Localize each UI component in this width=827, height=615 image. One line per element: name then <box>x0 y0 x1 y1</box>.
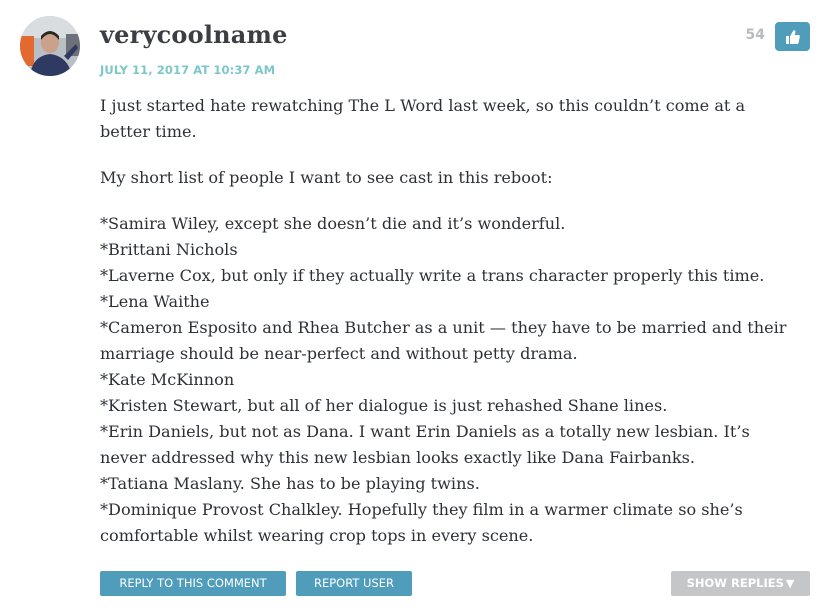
like-button[interactable] <box>775 22 810 51</box>
triangle-down-icon: ▼ <box>785 577 795 590</box>
comment-paragraph: *Samira Wiley, except she doesn’t die an… <box>100 211 800 549</box>
avatar-photo <box>20 16 80 76</box>
comment-username[interactable]: verycoolname <box>100 20 288 49</box>
comment-line: My short list of people I want to see ca… <box>100 168 553 187</box>
cast-list-item: *Brittani Nichols <box>100 240 238 259</box>
comment-paragraph: My short list of people I want to see ca… <box>100 165 800 191</box>
cast-list-item: *Laverne Cox, but only if they actually … <box>100 266 765 285</box>
cast-list-item: *Tatiana Maslany. She has to be playing … <box>100 474 480 493</box>
cast-list-item: *Kate McKinnon <box>100 370 235 389</box>
thumbs-up-icon <box>785 29 800 44</box>
cast-list-item: *Lena Waithe <box>100 292 210 311</box>
cast-list-item: *Samira Wiley, except she doesn’t die an… <box>100 214 566 233</box>
comment-line: I just started hate rewatching The L Wor… <box>100 96 746 141</box>
like-count: 54 <box>745 27 765 43</box>
avatar[interactable] <box>20 16 80 76</box>
comment-body: I just started hate rewatching The L Wor… <box>100 93 800 569</box>
cast-list-item: *Erin Daniels, but not as Dana. I want E… <box>100 422 750 467</box>
show-replies-label: SHOW REPLIES <box>686 576 784 590</box>
comment-date[interactable]: JULY 11, 2017 AT 10:37 AM <box>100 63 275 77</box>
reply-to-comment-button[interactable]: REPLY TO THIS COMMENT <box>100 571 286 596</box>
report-user-button[interactable]: REPORT USER <box>296 571 412 596</box>
comment-paragraph: I just started hate rewatching The L Wor… <box>100 93 800 145</box>
show-replies-button[interactable]: SHOW REPLIES ▼ <box>671 571 810 596</box>
cast-list-item: *Cameron Esposito and Rhea Butcher as a … <box>100 318 787 363</box>
cast-list-item: *Kristen Stewart, but all of her dialogu… <box>100 396 668 415</box>
cast-list-item: *Dominique Provost Chalkley. Hopefully t… <box>100 500 743 545</box>
